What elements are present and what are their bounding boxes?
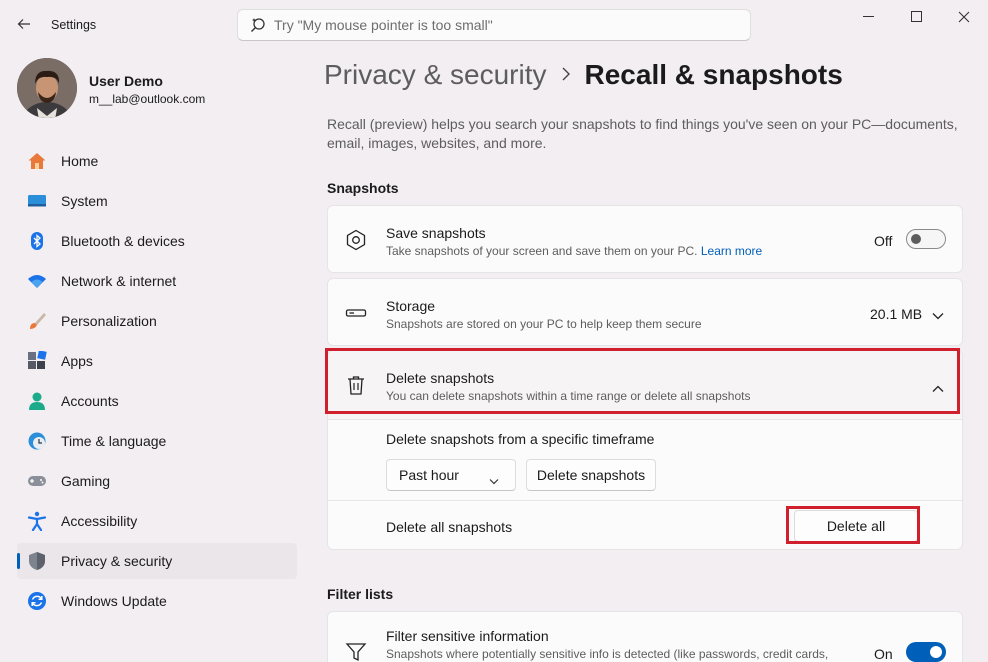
divider	[328, 419, 962, 420]
app-title: Settings	[51, 18, 97, 32]
filter-sensitive-subtitle: Snapshots where potentially sensitive in…	[386, 647, 829, 661]
sidebar-item-personalization[interactable]: Personalization	[17, 303, 297, 339]
save-snapshots-toggle[interactable]	[906, 229, 946, 249]
sidebar-item-label: Windows Update	[61, 593, 167, 609]
sidebar-item-label: Accounts	[61, 393, 119, 409]
sidebar-item-windows-update[interactable]: Windows Update	[17, 583, 297, 619]
sidebar-item-label: Network & internet	[61, 273, 177, 289]
filter-sensitive-toggle[interactable]	[906, 642, 946, 662]
sidebar-item-label: Home	[61, 153, 99, 169]
sidebar-item-label: Bluetooth & devices	[61, 233, 185, 249]
avatar[interactable]	[17, 58, 77, 118]
gamepad-icon	[27, 471, 47, 491]
system-icon	[27, 191, 47, 211]
maximize-button[interactable]	[893, 0, 941, 34]
sidebar-item-gaming[interactable]: Gaming	[17, 463, 297, 499]
snapshot-icon	[344, 228, 368, 252]
highlight-box-delete-snapshots	[325, 348, 960, 414]
minimize-icon	[863, 16, 874, 17]
chevron-down-icon	[489, 472, 499, 488]
back-arrow-icon	[17, 19, 30, 29]
sidebar-item-label: System	[61, 193, 108, 209]
user-name: User Demo	[89, 73, 163, 89]
sidebar-item-label: Accessibility	[61, 513, 138, 529]
delete-snapshots-button[interactable]: Delete snapshots	[526, 459, 656, 491]
sidebar-item-system[interactable]: System	[17, 183, 297, 219]
accounts-icon	[27, 391, 47, 411]
delete-all-label: Delete all snapshots	[386, 519, 513, 535]
sidebar-item-accounts[interactable]: Accounts	[17, 383, 297, 419]
sidebar-nav: Home System Bluetooth & devices Network …	[17, 143, 297, 623]
apps-icon	[27, 351, 47, 371]
storage-drive-icon	[344, 301, 368, 325]
user-email: m__lab@outlook.com	[89, 92, 206, 106]
close-icon	[958, 11, 970, 23]
page-title: Recall & snapshots	[584, 59, 843, 90]
search-box[interactable]: Try "My mouse pointer is too small"	[237, 9, 751, 41]
avatar-image	[17, 58, 77, 118]
storage-value: 20.1 MB	[870, 306, 923, 322]
storage-title: Storage	[386, 298, 436, 314]
sidebar-item-bluetooth[interactable]: Bluetooth & devices	[17, 223, 297, 259]
back-button[interactable]	[10, 10, 38, 38]
bluetooth-icon	[27, 231, 47, 251]
sidebar-item-accessibility[interactable]: Accessibility	[17, 503, 297, 539]
timeframe-selected: Past hour	[399, 467, 459, 483]
timeframe-dropdown[interactable]: Past hour	[386, 459, 516, 491]
shield-icon	[27, 551, 47, 571]
learn-more-link[interactable]: Learn more	[701, 244, 762, 258]
accessibility-icon	[27, 511, 47, 531]
breadcrumb: Privacy & security Recall & snapshots	[324, 59, 843, 91]
breadcrumb-parent-link[interactable]: Privacy & security	[324, 59, 547, 91]
wifi-icon	[27, 271, 47, 291]
highlight-box-delete-all	[786, 506, 920, 544]
storage-subtitle: Snapshots are stored on your PC to help …	[386, 317, 702, 331]
sidebar-item-label: Apps	[61, 353, 93, 369]
filter-sensitive-card: Filter sensitive information Snapshots w…	[327, 611, 963, 662]
chevron-down-icon[interactable]	[932, 307, 944, 323]
sidebar-item-label: Personalization	[61, 313, 157, 329]
maximize-icon	[911, 11, 922, 22]
sidebar-item-privacy-security[interactable]: Privacy & security	[17, 543, 297, 579]
minimize-button[interactable]	[845, 0, 893, 34]
sidebar-item-home[interactable]: Home	[17, 143, 297, 179]
search-input[interactable]: Try "My mouse pointer is too small"	[274, 17, 493, 33]
save-snapshots-state: Off	[874, 233, 893, 249]
filter-icon	[344, 640, 368, 662]
section-title-snapshots: Snapshots	[327, 180, 399, 196]
save-snapshots-title: Save snapshots	[386, 225, 486, 241]
storage-card[interactable]: Storage Snapshots are stored on your PC …	[327, 278, 963, 346]
sidebar-item-apps[interactable]: Apps	[17, 343, 297, 379]
sidebar-item-label: Time & language	[61, 433, 167, 449]
save-snapshots-subtitle: Take snapshots of your screen and save t…	[386, 244, 763, 258]
update-icon	[27, 591, 47, 611]
brush-icon	[27, 311, 47, 331]
filter-sensitive-state: On	[874, 646, 893, 662]
sidebar-item-time-language[interactable]: Time & language	[17, 423, 297, 459]
divider	[328, 500, 962, 501]
home-icon	[27, 151, 47, 171]
sidebar-item-label: Privacy & security	[61, 553, 173, 569]
close-button[interactable]	[940, 0, 988, 34]
clock-globe-icon	[27, 431, 47, 451]
page-description: Recall (preview) helps you search your s…	[327, 116, 958, 151]
filter-sensitive-title: Filter sensitive information	[386, 628, 549, 644]
search-sparkle-icon	[251, 18, 265, 32]
chevron-right-icon	[561, 67, 571, 84]
section-title-filter-lists: Filter lists	[327, 586, 394, 602]
timeframe-label: Delete snapshots from a specific timefra…	[386, 431, 655, 447]
save-snapshots-card: Save snapshots Take snapshots of your sc…	[327, 205, 963, 273]
sidebar-item-network[interactable]: Network & internet	[17, 263, 297, 299]
sidebar-item-label: Gaming	[61, 473, 111, 489]
